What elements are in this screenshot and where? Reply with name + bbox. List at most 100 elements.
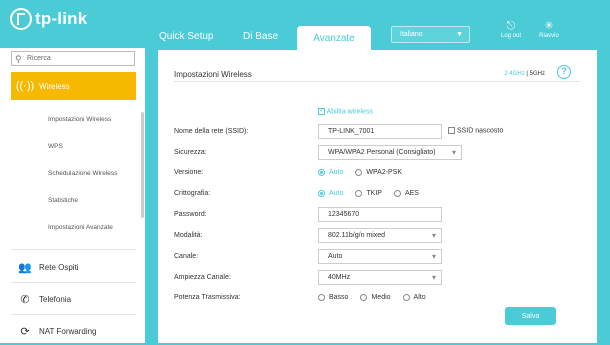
tab-quick-setup[interactable]: Quick Setup <box>159 31 213 42</box>
mode-value: 802.11b/g/n mixed <box>328 232 386 239</box>
version-radio-group: Auto WPA2-PSK <box>318 169 414 176</box>
page-title: Impostazioni Wireless <box>174 70 252 79</box>
band-24ghz-link[interactable]: 2.4GHz <box>504 71 524 77</box>
radio-label: Auto <box>329 190 344 197</box>
divider <box>11 314 136 315</box>
radio-icon <box>360 294 368 301</box>
channel-width-select[interactable]: 40MHz ▾ <box>318 270 442 285</box>
radio-label: Auto <box>329 169 344 176</box>
radio-label: Alto <box>413 294 426 301</box>
radio-label: AES <box>404 190 419 197</box>
ssid-input[interactable]: TP-LINK_7001 <box>318 124 442 139</box>
encryption-aes-radio[interactable]: AES <box>393 190 419 197</box>
sidebar: ⚲ Ricerca ((·)) Wireless Impostazioni Wi… <box>0 48 145 343</box>
channel-select[interactable]: Auto ▾ <box>318 249 442 264</box>
search-placeholder: Ricerca <box>27 55 51 62</box>
security-label: Sicurezza: <box>174 149 207 156</box>
logo-text: tp-link <box>35 9 88 28</box>
sidebar-subitem-impostazioni-avanzate[interactable]: Impostazioni Avanzate <box>48 224 113 231</box>
radio-icon <box>355 169 363 176</box>
sidebar-item-label: Wireless <box>39 81 70 91</box>
ssid-value: TP-LINK_7001 <box>328 128 375 135</box>
version-auto-radio[interactable]: Auto <box>318 169 343 176</box>
help-icon[interactable]: ? <box>557 65 571 79</box>
reboot-button[interactable]: ✳ Riavvio <box>531 20 567 39</box>
sidebar-item-nat-forwarding[interactable]: ⟳ NAT Forwarding <box>11 317 136 345</box>
radio-icon <box>402 294 410 301</box>
save-button[interactable]: Salva <box>505 307 556 325</box>
top-bar: tp-link Quick Setup Di Base Avanzate Ita… <box>0 0 610 50</box>
tx-power-label: Potenza Trasmissiva: <box>174 294 241 301</box>
sidebar-item-label: Rete Ospiti <box>39 262 79 272</box>
chevron-down-icon: ▾ <box>431 231 436 240</box>
divider <box>11 282 136 283</box>
settings-panel: Impostazioni Wireless 2.4GHz | 5GHz ? Ab… <box>158 50 597 343</box>
tx-power-radio-group: Basso Medio Alto <box>318 294 438 301</box>
sidebar-subitem-schedulazione[interactable]: Schedulazione Wireless <box>48 170 117 177</box>
ssid-label: Nome della rete (SSID): <box>174 128 249 135</box>
checkbox-unchecked-icon <box>448 127 455 134</box>
divider <box>11 249 136 250</box>
reboot-icon: ✳ <box>544 20 554 32</box>
chevron-down-icon: ▾ <box>431 273 436 282</box>
sidebar-item-rete-ospiti[interactable]: 👥 Rete Ospiti <box>11 253 136 281</box>
guest-network-icon: 👥 <box>18 261 32 274</box>
sidebar-scrollbar[interactable] <box>141 112 144 218</box>
band-separator: | <box>526 71 528 77</box>
sidebar-subitem-statistiche[interactable]: Statistiche <box>48 197 78 204</box>
channel-width-value: 40MHz <box>328 274 351 281</box>
sidebar-item-wireless[interactable]: ((·)) Wireless <box>11 72 136 100</box>
tab-di-base[interactable]: Di Base <box>243 31 278 42</box>
search-input[interactable]: ⚲ Ricerca <box>11 51 135 66</box>
sidebar-item-label: Telefonia <box>39 294 72 304</box>
password-input[interactable]: 12345670 <box>318 207 442 222</box>
chevron-down-icon: ▾ <box>431 252 436 261</box>
radio-label: WPA2-PSK <box>366 169 403 176</box>
sidebar-subitem-impostazioni-wireless[interactable]: Impostazioni Wireless <box>48 116 111 123</box>
enable-wireless-label: Abilita wireless <box>326 108 373 116</box>
radio-label: TKIP <box>366 190 382 197</box>
radio-icon <box>318 294 325 301</box>
hide-ssid-checkbox[interactable]: SSID nascosto <box>448 127 503 134</box>
language-select[interactable]: Italiano ▼ <box>391 26 470 43</box>
tab-avanzate[interactable]: Avanzate <box>297 26 371 50</box>
hide-ssid-label: SSID nascosto <box>456 127 504 135</box>
security-value: WPA/WPA2 Personal (Consigliato) <box>328 149 436 156</box>
encryption-auto-radio[interactable]: Auto <box>318 190 343 197</box>
encryption-label: Crittografia: <box>174 190 211 197</box>
reboot-label: Riavvio <box>539 33 559 39</box>
mode-select[interactable]: 802.11b/g/n mixed ▾ <box>318 228 442 243</box>
divider <box>174 81 580 82</box>
logout-icon: ⎋ <box>506 20 516 32</box>
password-value: 12345670 <box>328 211 360 218</box>
logout-button[interactable]: ⎋ Log out <box>493 20 529 39</box>
power-low-radio[interactable]: Basso <box>318 294 348 301</box>
power-medium-radio[interactable]: Medio <box>360 294 391 301</box>
chevron-down-icon: ▾ <box>451 148 456 157</box>
logout-label: Log out <box>500 33 522 39</box>
language-value: Italiano <box>400 31 423 38</box>
power-high-radio[interactable]: Alto <box>402 294 426 301</box>
version-wpa2-radio[interactable]: WPA2-PSK <box>355 169 402 176</box>
enable-wireless-checkbox[interactable]: Abilita wireless <box>318 106 373 116</box>
encryption-tkip-radio[interactable]: TKIP <box>355 190 382 197</box>
sidebar-subitem-wps[interactable]: WPS <box>48 143 63 150</box>
tp-link-logo: tp-link <box>10 8 87 30</box>
channel-width-label: Ampiezza Canale: <box>174 274 231 281</box>
band-5ghz-link[interactable]: 5GHz <box>530 71 545 77</box>
search-icon: ⚲ <box>15 54 22 64</box>
sidebar-item-telefonia[interactable]: ✆ Telefonia <box>11 285 136 313</box>
sidebar-item-label: NAT Forwarding <box>39 326 97 336</box>
tab-avanzate-label: Avanzate <box>313 32 355 44</box>
radio-selected-icon <box>318 169 325 176</box>
mode-label: Modalità: <box>174 232 203 239</box>
security-select[interactable]: WPA/WPA2 Personal (Consigliato) ▾ <box>318 145 462 160</box>
channel-label: Canale: <box>174 253 199 260</box>
radio-icon <box>393 190 401 197</box>
checkbox-checked-icon <box>318 106 325 115</box>
nat-forwarding-icon: ⟳ <box>20 325 30 338</box>
chevron-down-icon: ▼ <box>456 31 463 38</box>
radio-label: Medio <box>371 294 391 301</box>
radio-label: Basso <box>329 294 349 301</box>
phone-icon: ✆ <box>20 293 30 306</box>
